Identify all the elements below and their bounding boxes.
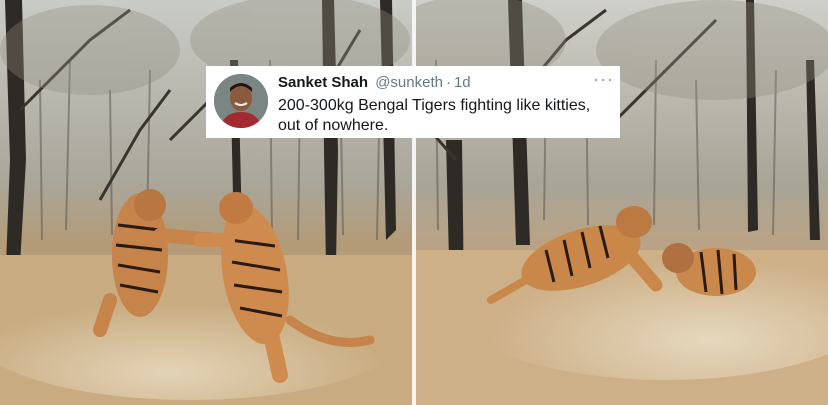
photo-left (0, 0, 412, 405)
author-name[interactable]: Sanket Shah (278, 74, 368, 91)
author-handle[interactable]: @sunketh (375, 74, 443, 91)
photo-right-image (416, 0, 828, 405)
header-separator: · (445, 74, 451, 91)
tweet-text: 200-300kg Bengal Tigers fighting like ki… (278, 97, 591, 134)
author-avatar[interactable] (214, 74, 268, 128)
ellipsis-icon[interactable]: ··· (593, 70, 614, 88)
avatar-image (214, 74, 268, 128)
photo-left-image (0, 0, 412, 405)
tweet-card[interactable]: Sanket Shah @sunketh · 1d ··· 200-300kg Be… (206, 66, 620, 138)
tweet-timestamp[interactable]: 1d (454, 74, 471, 91)
photo-right (416, 0, 828, 405)
tweet-header: Sanket Shah @sunketh · 1d (278, 74, 471, 91)
